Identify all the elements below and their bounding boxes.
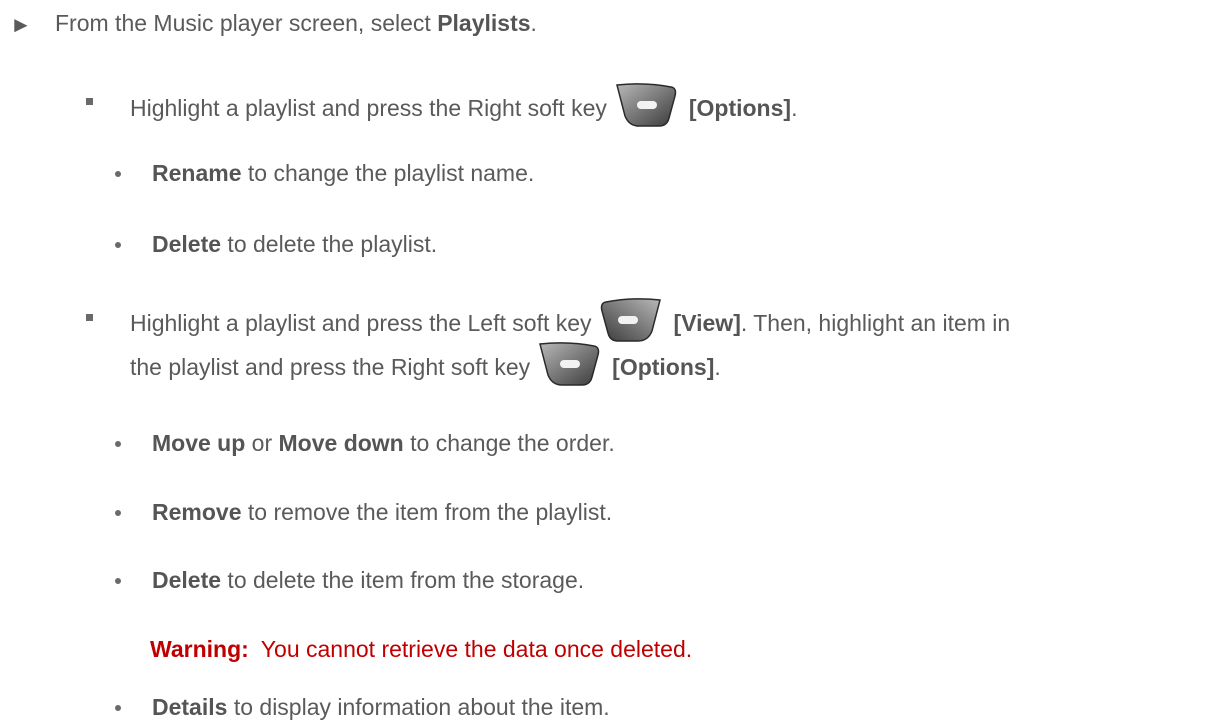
bullet2-text: Highlight a playlist and press the Left … <box>130 309 592 336</box>
bullet1-text: Highlight a playlist and press the Right… <box>130 94 607 121</box>
view-key-label: [View] <box>673 309 741 336</box>
delete-text: to delete the playlist. <box>221 231 438 257</box>
details-item: Details to display information about the… <box>152 694 610 721</box>
rename-item: Rename to change the playlist name. <box>152 160 534 187</box>
remove-item: Remove to remove the item from the playl… <box>152 499 612 526</box>
delete-bold: Delete <box>152 567 222 593</box>
details-text: to display information about the item. <box>227 694 610 720</box>
step-period: . <box>530 10 537 36</box>
delete-bold: Delete <box>152 231 222 257</box>
dot-bullet-icon <box>115 705 121 711</box>
move-item: Move up or Move down to change the order… <box>152 430 615 457</box>
step-bold-playlists: Playlists <box>437 10 531 36</box>
warning-label: Warning: <box>150 636 249 662</box>
bullet2-period: . <box>714 353 721 380</box>
or-text: or <box>245 430 279 456</box>
square-bullet-icon <box>86 314 93 321</box>
details-bold: Details <box>152 694 228 720</box>
dot-bullet-icon <box>115 171 121 177</box>
bullet-view-instruction-line2: the playlist and press the Right soft ke… <box>130 341 721 393</box>
bullet2-text-after: . Then, highlight an item in <box>740 309 1011 336</box>
move-down-bold: Move down <box>278 430 404 456</box>
delete-playlist-item: Delete to delete the playlist. <box>152 231 437 258</box>
remove-bold: Remove <box>152 499 242 525</box>
move-up-bold: Move up <box>152 430 246 456</box>
dot-bullet-icon <box>115 578 121 584</box>
dot-bullet-icon <box>115 242 121 248</box>
delete-storage-item: Delete to delete the item from the stora… <box>152 567 584 594</box>
step-arrow-icon: ► <box>10 12 32 37</box>
move-text: to change the order. <box>403 430 615 456</box>
step-instruction: From the Music player screen, select Pla… <box>55 10 537 37</box>
rename-text: to change the playlist name. <box>241 160 535 186</box>
warning-text: You cannot retrieve the data once delete… <box>260 636 693 662</box>
bullet-options-instruction: Highlight a playlist and press the Right… <box>130 82 797 134</box>
delete-storage-text: to delete the item from the storage. <box>221 567 585 593</box>
bullet2-line2-text: the playlist and press the Right soft ke… <box>130 353 531 380</box>
warning-note: Warning: You cannot retrieve the data on… <box>150 636 692 663</box>
right-soft-key-icon <box>615 82 677 134</box>
remove-text: to remove the item from the playlist. <box>241 499 613 525</box>
bullet1-period: . <box>791 94 798 121</box>
options-key-label: [Options] <box>612 353 715 380</box>
square-bullet-icon <box>86 98 93 105</box>
rename-bold: Rename <box>152 160 242 186</box>
options-key-label: [Options] <box>688 94 792 121</box>
dot-bullet-icon <box>115 441 121 447</box>
right-soft-key-icon <box>538 341 600 393</box>
step-text: From the Music player screen, select <box>55 10 431 36</box>
dot-bullet-icon <box>115 510 121 516</box>
